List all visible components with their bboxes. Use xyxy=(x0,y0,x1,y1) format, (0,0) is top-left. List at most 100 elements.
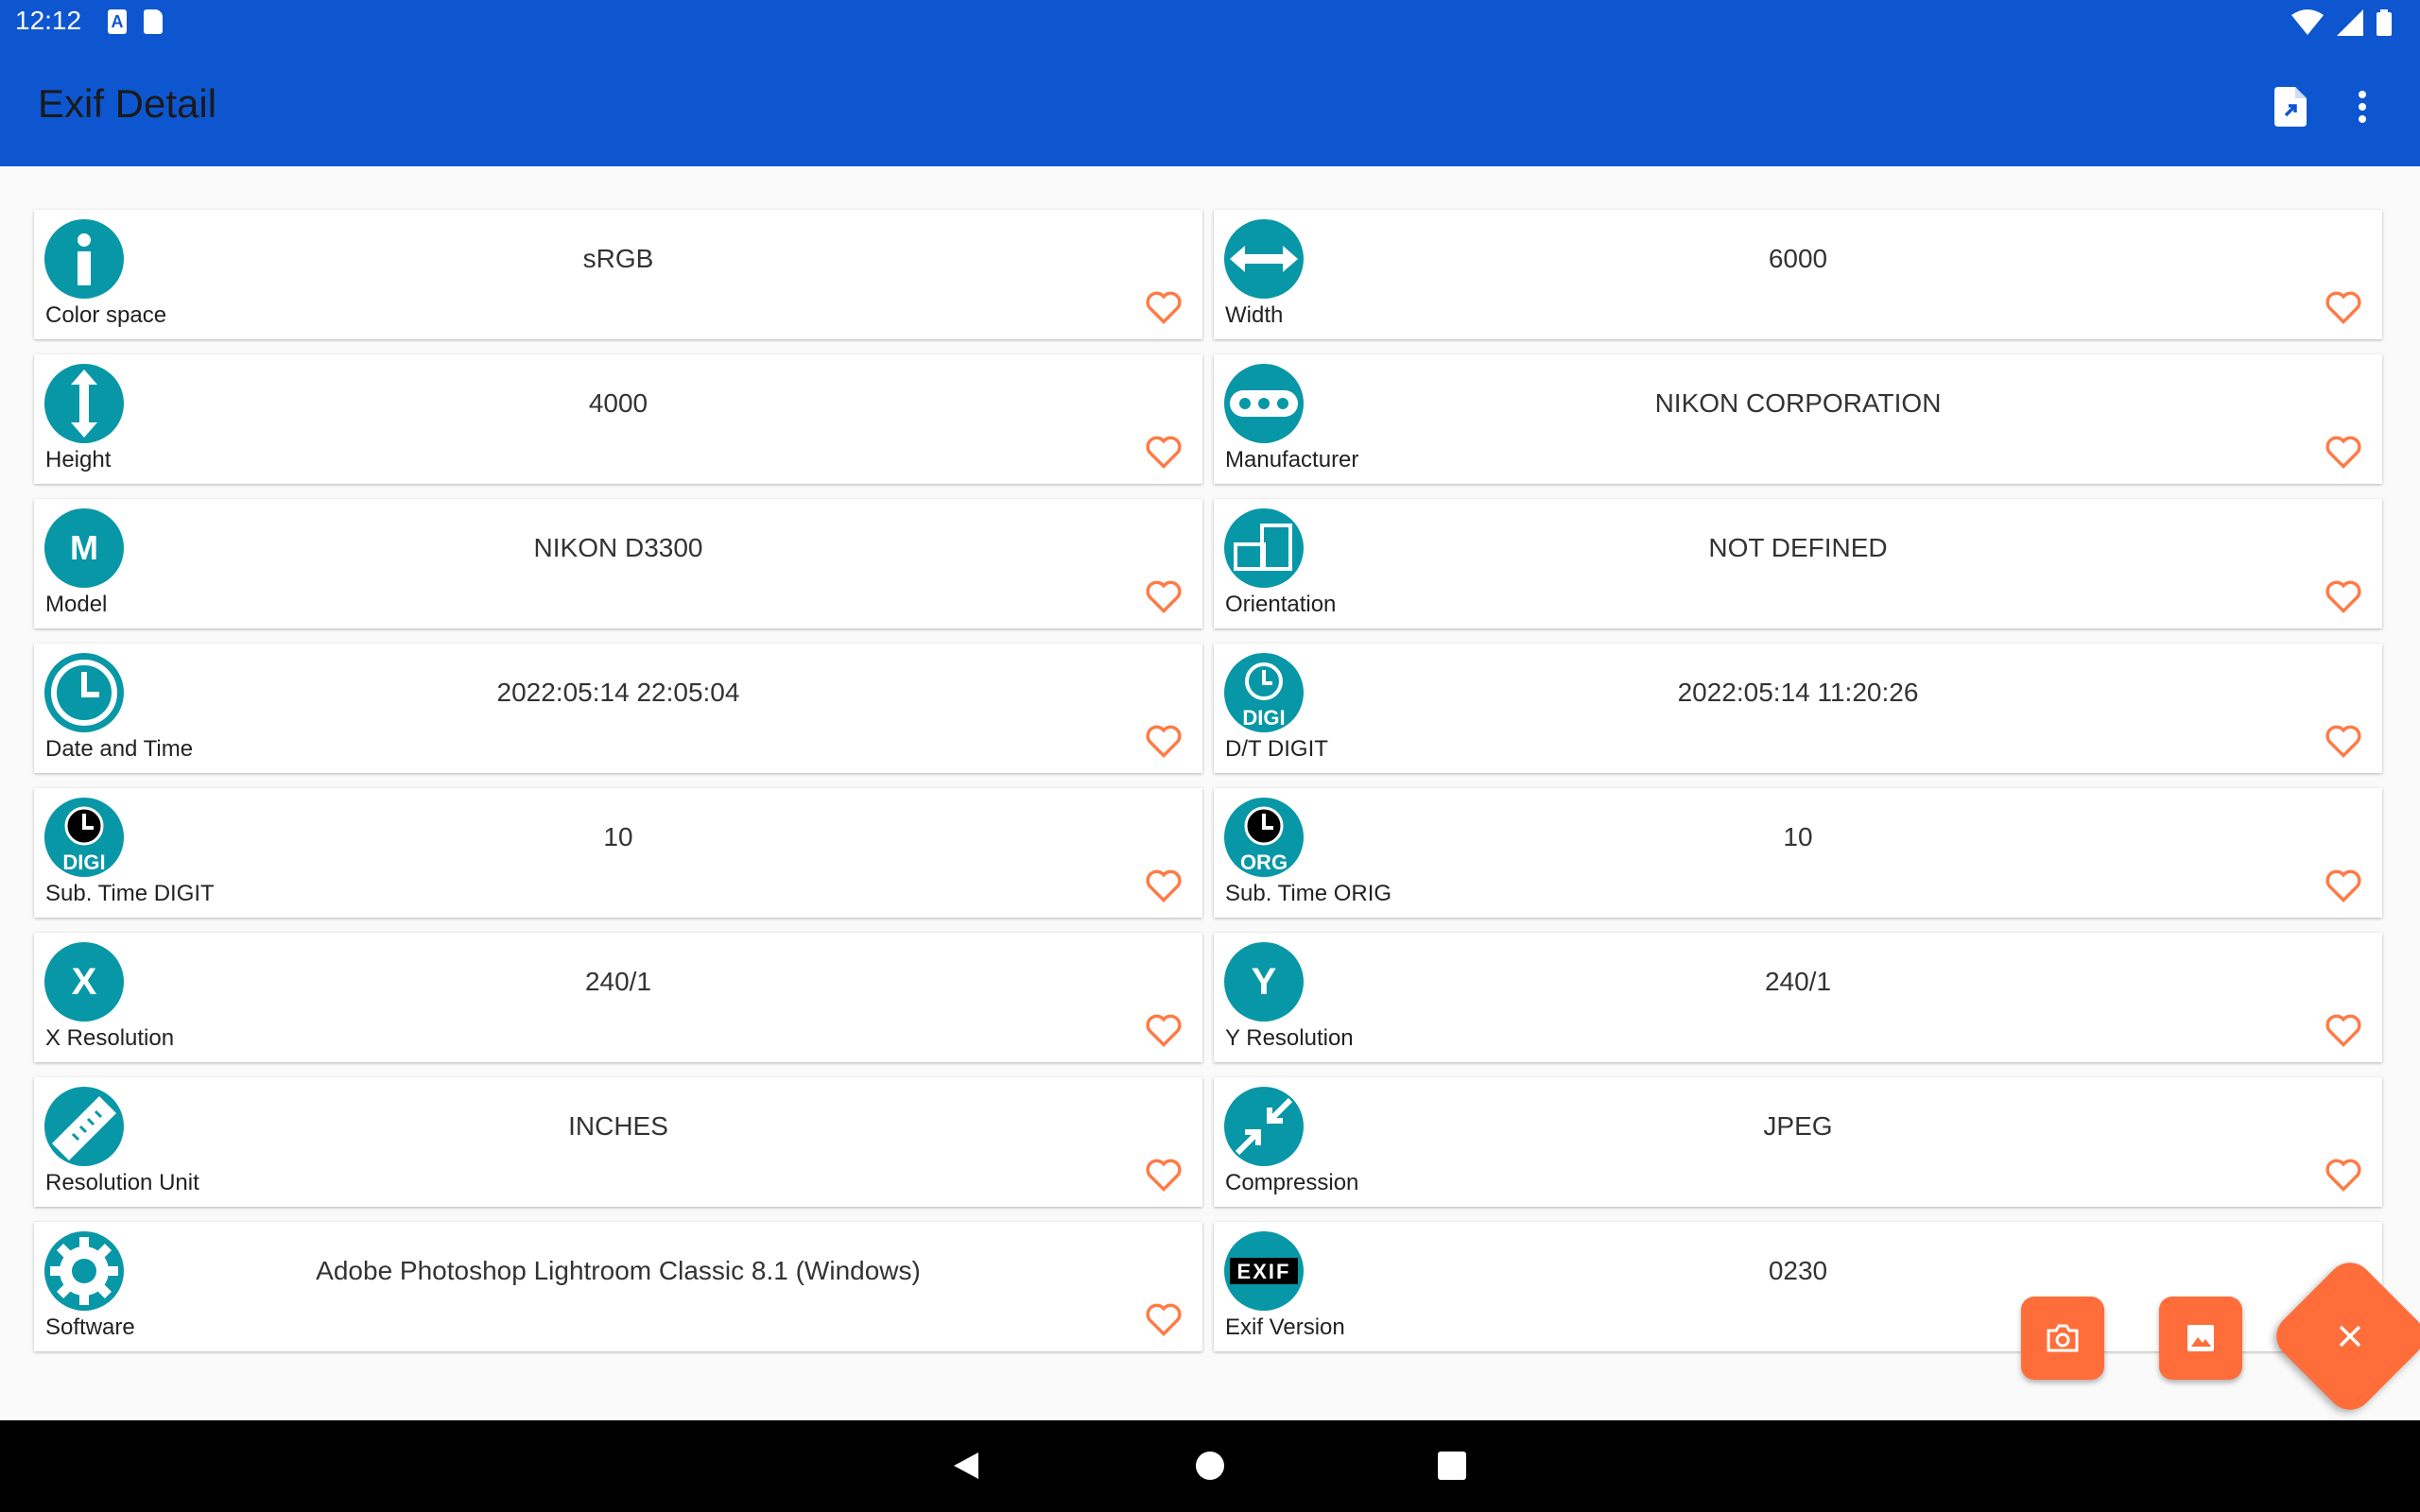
sd-card-icon xyxy=(144,9,163,34)
card-value: 0230 xyxy=(1768,1256,1828,1285)
gallery-fab[interactable] xyxy=(2159,1297,2242,1380)
exif-card-manufacturer: Manufacturer NIKON CORPORATION xyxy=(1214,354,2382,484)
exif-card-color-space: Color space sRGB xyxy=(34,210,1202,339)
favorite-button[interactable] xyxy=(2322,1010,2365,1050)
card-value: 10 xyxy=(1783,822,1813,851)
camera-icon xyxy=(2047,1324,2079,1352)
icon-glyph: EXIF xyxy=(1237,1260,1291,1283)
exif-card-resolution-unit: Resolution Unit INCHES xyxy=(34,1077,1202,1207)
home-icon xyxy=(1196,1452,1224,1480)
model-icon: M xyxy=(44,508,124,588)
height-arrows-icon xyxy=(44,364,124,443)
exif-card-subtime-orig: ORG Sub. Time ORIG 10 xyxy=(1214,788,2382,918)
icon-glyph: M xyxy=(70,528,98,567)
exif-card-software: Software Adobe Photoshop Lightroom Class… xyxy=(34,1222,1202,1351)
x-resolution-icon: X xyxy=(44,942,124,1022)
image-icon xyxy=(2187,1325,2214,1351)
heart-icon xyxy=(2325,1159,2361,1192)
exif-card-y-resolution: Y Y Resolution 240/1 xyxy=(1214,933,2382,1062)
favorite-button[interactable] xyxy=(2322,1155,2365,1194)
manufacturer-icon xyxy=(1224,364,1304,443)
favorite-button[interactable] xyxy=(2322,287,2365,327)
exif-card-subtime-digit: DIGI Sub. Time DIGIT 10 xyxy=(34,788,1202,918)
heart-icon xyxy=(2325,291,2361,324)
exif-icon: EXIF xyxy=(1224,1231,1304,1311)
icon-glyph: Y xyxy=(1252,961,1277,1003)
info-icon xyxy=(44,219,124,299)
heart-icon xyxy=(1146,869,1182,902)
card-value: NIKON CORPORATION xyxy=(1654,388,1942,418)
favorite-button[interactable] xyxy=(2322,576,2365,616)
card-label: Exif Version xyxy=(1225,1314,1345,1340)
exif-card-model: M Model NIKON D3300 xyxy=(34,499,1202,628)
card-label: Height xyxy=(45,447,112,472)
card-value: 240/1 xyxy=(1764,967,1832,996)
heart-icon xyxy=(1146,580,1182,613)
home-button[interactable] xyxy=(1191,1447,1229,1485)
card-label: Sub. Time ORIG xyxy=(1225,881,1392,906)
favorite-button[interactable] xyxy=(2322,432,2365,472)
heart-icon xyxy=(2325,580,2361,613)
favorite-button[interactable] xyxy=(1142,866,1185,905)
favorite-button[interactable] xyxy=(1142,721,1185,761)
favorite-button[interactable] xyxy=(1142,576,1185,616)
favorite-button[interactable] xyxy=(2322,866,2365,905)
favorite-button[interactable] xyxy=(1142,432,1185,472)
exif-card-compression: Compression JPEG xyxy=(1214,1077,2382,1207)
card-label: D/T DIGIT xyxy=(1225,736,1328,762)
card-label: Y Resolution xyxy=(1225,1025,1354,1051)
more-vert-icon xyxy=(2359,91,2366,123)
favorite-button[interactable] xyxy=(2322,721,2365,761)
card-label: X Resolution xyxy=(45,1025,175,1051)
exif-card-orientation: Orientation NOT DEFINED xyxy=(1214,499,2382,628)
heart-icon xyxy=(1146,725,1182,758)
system-nav-bar xyxy=(0,1420,2420,1512)
icon-glyph: ORG xyxy=(1240,850,1288,874)
more-options-button[interactable] xyxy=(2339,83,2386,130)
favorite-button[interactable] xyxy=(1142,287,1185,327)
card-value: 6000 xyxy=(1768,244,1828,273)
card-value: 240/1 xyxy=(584,967,652,996)
card-label: Manufacturer xyxy=(1225,447,1359,472)
card-label: Date and Time xyxy=(45,736,194,762)
card-value: 2022:05:14 22:05:04 xyxy=(496,678,740,707)
orientation-icon xyxy=(1224,508,1304,588)
favorite-button[interactable] xyxy=(1142,1299,1185,1339)
status-bar: 12:12 A xyxy=(0,0,2420,47)
heart-icon xyxy=(1146,436,1182,469)
card-value: NOT DEFINED xyxy=(1708,533,1888,562)
heart-icon xyxy=(1146,291,1182,324)
camera-fab[interactable] xyxy=(2021,1297,2104,1380)
card-value: Adobe Photoshop Lightroom Classic 8.1 (W… xyxy=(316,1256,921,1285)
card-value: INCHES xyxy=(568,1111,668,1141)
icon-glyph: X xyxy=(72,961,97,1003)
gear-icon xyxy=(44,1231,124,1311)
width-arrows-icon xyxy=(1224,219,1304,299)
exif-card-width: Width 6000 xyxy=(1214,210,2382,339)
y-resolution-icon: Y xyxy=(1224,942,1304,1022)
icon-glyph: DIGI xyxy=(1242,706,1285,730)
export-file-button[interactable] xyxy=(2267,83,2314,130)
card-label: Width xyxy=(1225,302,1284,328)
card-value: sRGB xyxy=(582,244,654,273)
card-label: Model xyxy=(45,592,108,617)
clock-icon xyxy=(44,653,124,732)
favorite-button[interactable] xyxy=(1142,1155,1185,1194)
heart-icon xyxy=(1146,1303,1182,1336)
exif-card-date-time: Date and Time 2022:05:14 22:05:04 xyxy=(34,644,1202,773)
card-value: 10 xyxy=(603,822,633,851)
card-label: Software xyxy=(45,1314,135,1340)
clock-digi-icon: DIGI xyxy=(1224,653,1304,732)
recents-icon xyxy=(1438,1452,1466,1480)
recents-button[interactable] xyxy=(1433,1447,1471,1485)
heart-icon xyxy=(2325,436,2361,469)
a-icon: A xyxy=(108,9,127,34)
heart-icon xyxy=(1146,1014,1182,1047)
card-value: 2022:05:14 11:20:26 xyxy=(1677,678,1919,707)
ruler-icon xyxy=(44,1087,124,1166)
subtime-orig-icon: ORG xyxy=(1224,798,1304,877)
favorite-button[interactable] xyxy=(1142,1010,1185,1050)
signal-icon xyxy=(2337,9,2363,36)
back-button[interactable] xyxy=(947,1447,985,1485)
heart-icon xyxy=(2325,1014,2361,1047)
